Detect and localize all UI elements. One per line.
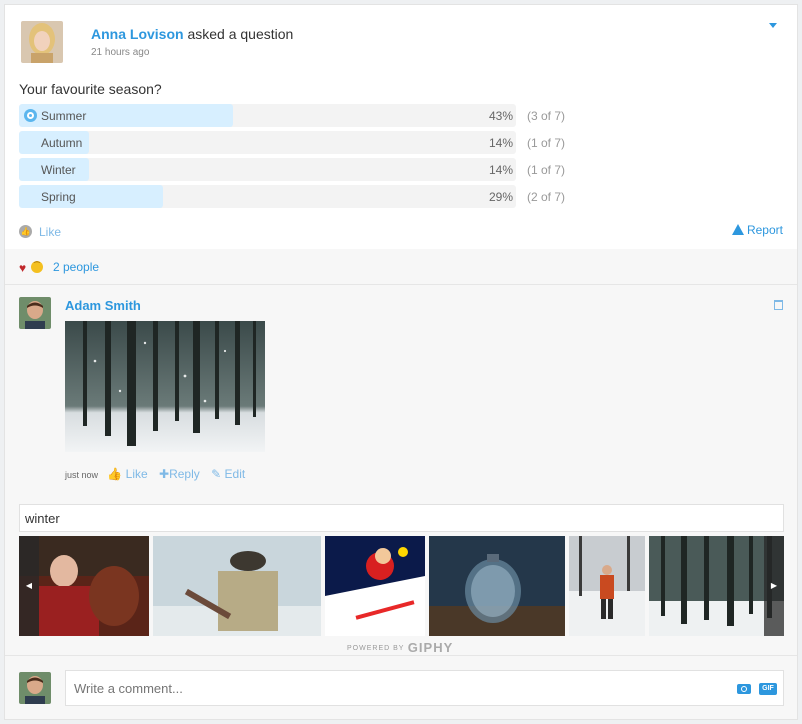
poll-option-label: Summer [41, 109, 87, 123]
warning-icon [731, 224, 744, 235]
comment-timestamp[interactable]: just now [65, 470, 98, 480]
poll-option-percent: 29% [488, 190, 513, 204]
poll-question: Your favourite season? [19, 81, 162, 97]
radio-selected-icon [24, 109, 37, 122]
gif-result[interactable] [429, 536, 565, 636]
commenter-avatar[interactable] [19, 297, 51, 329]
comment-author-link[interactable]: Adam Smith [65, 298, 141, 313]
reactions-people-link[interactable]: 2 people [53, 260, 99, 274]
gif-result[interactable] [153, 536, 321, 636]
post-options-chevron-down-icon[interactable] [769, 23, 777, 28]
thumbs-up-icon: 👍 [107, 467, 123, 481]
trash-icon[interactable] [774, 300, 783, 310]
poll-option-percent: 14% [488, 136, 513, 150]
poll-option-winter[interactable]: Winter 14% (1 of 7) [19, 158, 579, 181]
poll-bar-track [19, 104, 516, 127]
poll-option-spring[interactable]: Spring 29% (2 of 7) [19, 185, 579, 208]
comment-composer: GIF [5, 655, 797, 719]
poll-option-label: Spring [41, 190, 76, 204]
comment-like-label: Like [125, 467, 148, 481]
poll-option-percent: 43% [488, 109, 513, 123]
comment-edit-button[interactable]: ✎ Edit [211, 467, 245, 481]
author-name-link[interactable]: Anna Lovison [91, 26, 184, 42]
heart-icon: ♥ [19, 261, 27, 275]
gif-results-strip: ◀ ▶ [19, 536, 784, 636]
powered-by-label: POWERED BY [347, 645, 405, 652]
thumbs-up-icon: 👍 [19, 225, 32, 238]
reactions-bar: ♥ ⁀ 2 people [5, 249, 797, 285]
poll-option-count: (2 of 7) [527, 190, 566, 204]
laugh-icon: ⁀ [31, 261, 43, 273]
report-button[interactable]: Report [731, 223, 783, 237]
comment-gif-image[interactable] [65, 321, 265, 452]
post-card: Anna Lovison asked a question 21 hours a… [4, 4, 798, 720]
poll-option-autumn[interactable]: Autumn 14% (1 of 7) [19, 131, 579, 154]
comment-edit-label: Edit [224, 467, 246, 481]
poll-bar-track [19, 185, 516, 208]
comment-meta: just now 👍 Like ✚Reply ✎ Edit [65, 467, 253, 481]
gif-result[interactable] [569, 536, 645, 636]
comment-reply-label: Reply [169, 467, 200, 481]
giphy-logo: GIPHY [407, 640, 454, 655]
poll-option-percent: 14% [488, 163, 513, 177]
giphy-attribution: POWERED BY GIPHY [347, 640, 453, 655]
strip-prev-arrow-icon[interactable]: ◀ [19, 536, 39, 636]
post-author-line: Anna Lovison asked a question [91, 26, 293, 42]
report-label: Report [746, 223, 783, 237]
poll-bar-track [19, 158, 516, 181]
poll-option-label: Winter [41, 163, 76, 177]
like-label: Like [39, 225, 62, 239]
comments-section: Adam Smith just now 👍 Like ✚Reply ✎ Edit… [5, 285, 797, 655]
gif-result[interactable] [325, 536, 425, 636]
post-timestamp[interactable]: 21 hours ago [91, 47, 149, 58]
author-avatar[interactable] [21, 21, 63, 63]
poll-option-count: (1 of 7) [527, 163, 566, 177]
comment-reply-button[interactable]: ✚Reply [159, 467, 200, 481]
poll-bar-track [19, 131, 516, 154]
poll-option-label: Autumn [41, 136, 83, 150]
plus-icon: ✚ [159, 467, 170, 481]
current-user-avatar [19, 672, 51, 704]
strip-next-arrow-icon[interactable]: ▶ [764, 536, 784, 636]
pencil-icon: ✎ [211, 467, 222, 481]
comment-input[interactable] [65, 670, 784, 706]
camera-icon[interactable] [737, 684, 751, 694]
gif-icon[interactable]: GIF [759, 683, 777, 695]
poll: Summer 43% (3 of 7) Autumn 14% (1 of 7) Winter… [19, 104, 579, 212]
poll-option-count: (1 of 7) [527, 136, 566, 150]
poll-option-count: (3 of 7) [527, 109, 566, 123]
post-action-text: asked a question [187, 26, 294, 42]
comment-like-button[interactable]: 👍 Like [107, 467, 147, 481]
poll-option-summer[interactable]: Summer 43% (3 of 7) [19, 104, 579, 127]
gif-search-input[interactable] [19, 504, 784, 532]
